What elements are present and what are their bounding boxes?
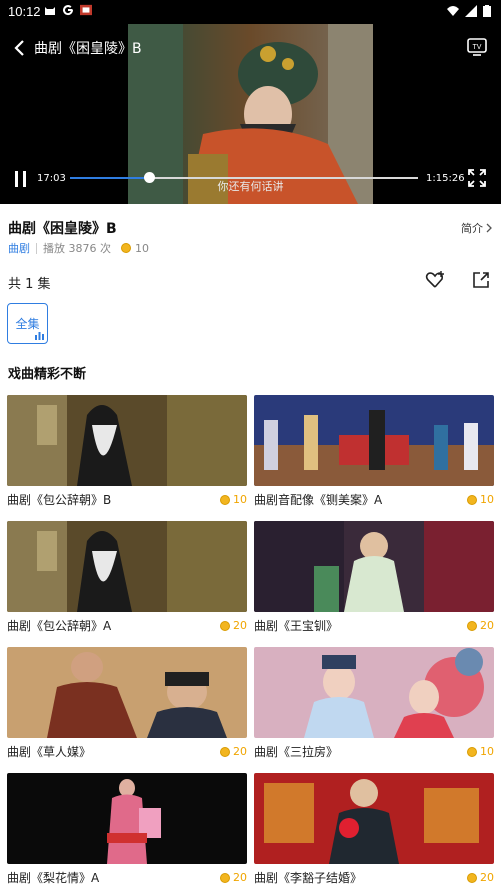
- price-value: 20: [233, 745, 247, 758]
- coin-icon: [467, 494, 477, 505]
- video-price: 10: [467, 745, 494, 758]
- pause-icon[interactable]: [12, 169, 30, 189]
- price-value: 20: [233, 871, 247, 884]
- price-value: 20: [480, 871, 494, 884]
- video-card[interactable]: 曲剧《草人媒》 20: [7, 647, 247, 767]
- intro-label: 简介: [461, 222, 483, 235]
- video-thumbnail[interactable]: [7, 773, 247, 864]
- playing-bars-icon: [35, 332, 44, 340]
- coin-icon: [121, 243, 131, 253]
- video-thumbnail[interactable]: [7, 521, 247, 612]
- price-value: 10: [480, 745, 494, 758]
- video-title: 曲剧《草人媒》: [7, 745, 92, 759]
- price-value: 10: [233, 493, 247, 506]
- video-price: 20: [467, 871, 494, 884]
- video-price: 20: [220, 871, 247, 884]
- video-subtitle: 你还有何话讲: [217, 180, 284, 193]
- video-title: 曲剧《包公辞朝》B: [7, 493, 112, 507]
- video-thumbnail[interactable]: [254, 647, 494, 738]
- status-icons-left: [44, 4, 92, 16]
- coin-icon: [220, 872, 230, 883]
- video-card[interactable]: 曲剧《包公辞朝》A 20: [7, 521, 247, 641]
- wifi-icon: [447, 6, 459, 16]
- all-episodes-button[interactable]: 全集: [7, 303, 48, 344]
- signal-icon: [465, 5, 477, 17]
- all-episodes-label: 全集: [15, 317, 40, 331]
- chevron-right-icon: [486, 223, 492, 233]
- coin-cost: 10: [135, 241, 149, 255]
- video-card[interactable]: 曲剧《王宝钏》 20: [254, 521, 494, 641]
- app-icon: [80, 4, 92, 16]
- play-count: 播放 3876 次: [43, 242, 111, 255]
- category-tag[interactable]: 曲剧: [8, 240, 30, 256]
- video-title: 曲剧《包公辞朝》A: [7, 619, 112, 633]
- show-title: 曲剧《困皇陵》B: [8, 221, 117, 237]
- back-arrow-icon[interactable]: [10, 38, 30, 58]
- coin-icon: [220, 620, 230, 631]
- coin-icon: [220, 494, 230, 505]
- video-player[interactable]: 曲剧《困皇陵》B TV 17:03 1:15:26 你还有何话讲: [0, 24, 501, 204]
- coin-icon: [467, 620, 477, 631]
- video-price: 20: [467, 619, 494, 632]
- video-card[interactable]: 曲剧音配像《铡美案》A 10: [254, 395, 494, 515]
- price-value: 20: [233, 619, 247, 632]
- divider: [36, 242, 37, 254]
- meta-row: 曲剧 播放 3876 次 10: [8, 240, 149, 256]
- status-icons-right: [447, 5, 491, 17]
- status-bar: 10:12: [0, 0, 501, 24]
- cat-icon: [45, 7, 55, 15]
- price-value: 10: [480, 493, 494, 506]
- coin-icon: [220, 746, 230, 757]
- current-time: 17:03: [37, 173, 66, 184]
- tv-cast-icon[interactable]: TV: [467, 38, 487, 56]
- video-card[interactable]: 曲剧《李豁子结婚》 20: [254, 773, 494, 891]
- video-thumbnail[interactable]: [7, 647, 247, 738]
- video-title: 曲剧《王宝钏》: [254, 619, 339, 633]
- video-title: 曲剧音配像《铡美案》A: [254, 493, 383, 507]
- share-icon[interactable]: [471, 270, 491, 290]
- favorite-add-icon[interactable]: [425, 270, 445, 290]
- svg-text:TV: TV: [473, 44, 482, 51]
- video-card[interactable]: 曲剧《梨花情》A 20: [7, 773, 247, 891]
- status-time: 10:12: [8, 4, 41, 19]
- video-price: 20: [220, 745, 247, 758]
- price-value: 20: [480, 619, 494, 632]
- battery-icon: [483, 5, 491, 17]
- video-title: 曲剧《李豁子结婚》: [254, 871, 363, 885]
- intro-link[interactable]: 简介: [461, 220, 493, 236]
- video-card[interactable]: 曲剧《三拉房》 10: [254, 647, 494, 767]
- video-price: 20: [220, 619, 247, 632]
- video-price: 10: [467, 493, 494, 506]
- coin-icon: [467, 872, 477, 883]
- section-title: 戏曲精彩不断: [8, 367, 87, 382]
- video-thumbnail[interactable]: [254, 773, 494, 864]
- google-icon: [63, 5, 74, 16]
- video-thumbnail[interactable]: [254, 521, 494, 612]
- video-thumbnail[interactable]: [7, 395, 247, 486]
- video-title: 曲剧《梨花情》A: [7, 871, 100, 885]
- player-title: 曲剧《困皇陵》B: [34, 41, 142, 57]
- video-price: 10: [220, 493, 247, 506]
- fullscreen-icon[interactable]: [467, 168, 487, 188]
- video-thumbnail[interactable]: [254, 395, 494, 486]
- episode-count: 共 1 集: [8, 277, 51, 292]
- total-time: 1:15:26: [426, 173, 465, 184]
- video-title: 曲剧《三拉房》: [254, 745, 339, 759]
- video-card[interactable]: 曲剧《包公辞朝》B 10: [7, 395, 247, 515]
- coin-icon: [467, 746, 477, 757]
